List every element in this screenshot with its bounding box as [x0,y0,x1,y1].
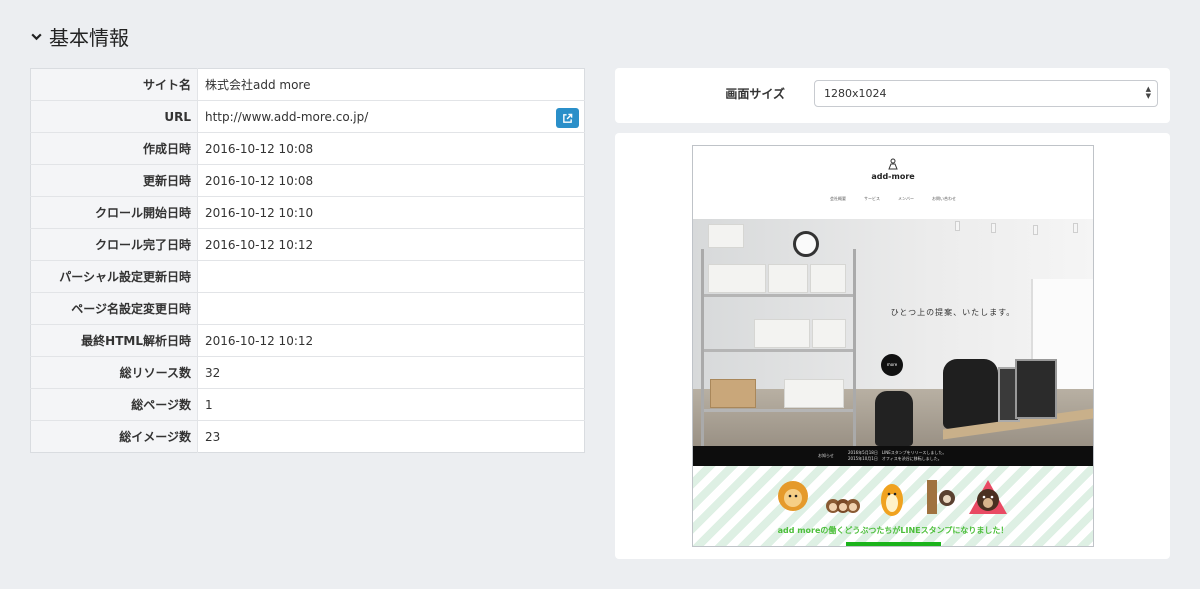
info-row-value: 2016-10-12 10:12 [205,237,314,252]
select-arrows-icon: ▲ ▼ [1145,85,1151,100]
info-row-value-cell: 2016-10-12 10:08 [198,133,585,165]
info-row-value: http://www.add-more.co.jp/ [205,109,369,124]
bird-stamp-icon [881,484,903,516]
preview-banner-text: add moreの働くどうぶつたちがLINEスタンプになりました！ [777,526,1009,535]
info-row-label: 更新日時 [30,164,198,197]
preview-banner-indicator [846,542,941,546]
info-row-value: 1 [205,397,213,412]
office-chair [943,359,998,429]
preview-nav-item: メンバー [898,196,914,201]
info-row: ページ名設定変更日時 [30,292,585,325]
info-row: 最終HTML解析日時 2016-10-12 10:12 [30,324,585,357]
info-row: クロール完了日時 2016-10-12 10:12 [30,228,585,261]
monitor [1015,359,1057,419]
info-row-label: パーシャル設定更新日時 [30,260,198,293]
info-row: 作成日時 2016-10-12 10:08 [30,132,585,165]
preview-logo-text: add-more [871,172,915,181]
preview-more-button: more [881,354,903,376]
info-row-value: 2016-10-12 10:08 [205,141,314,156]
preview-tagline: ひとつ上の提案、いたします。 [890,308,1016,317]
info-row-label: クロール開始日時 [30,196,198,229]
external-link-icon [563,113,573,123]
chevron-down-icon [31,33,42,41]
info-row: 総ページ数 1 [30,388,585,421]
preview-line-stamp-banner: add moreの働くどうぶつたちがLINEスタンプになりました！ [693,466,1093,546]
info-row: サイト名 株式会社add more [30,68,585,101]
info-row-label: サイト名 [30,68,198,101]
raccoon-stamp-icon [927,480,955,514]
preview-nav: 会社概要 サービス メンバー お問い合わせ [693,196,1093,202]
info-row-value-cell: 2016-10-12 10:12 [198,229,585,261]
info-row-value-cell: 2016-10-12 10:08 [198,165,585,197]
info-row-label: クロール完了日時 [30,228,198,261]
info-row-label: 総イメージ数 [30,420,198,453]
info-row-value-cell: 23 [198,421,585,453]
screen-size-panel: 画面サイズ 1280x1024 ▲ ▼ [615,68,1170,123]
info-row-value-cell: 株式会社add more [198,69,585,101]
info-row-value-cell: 32 [198,357,585,389]
info-row-label: URL [30,100,198,133]
office-chair [875,391,913,446]
section-header[interactable]: 基本情報 [30,22,129,51]
info-row-value: 23 [205,429,221,444]
info-row-label: 作成日時 [30,132,198,165]
preview-nav-item: 会社概要 [830,196,846,201]
info-row-label: 総リソース数 [30,356,198,389]
ceiling-lamp [955,221,960,231]
info-row: 総リソース数 32 [30,356,585,389]
info-row-label: 総ページ数 [30,388,198,421]
info-row: 更新日時 2016-10-12 10:08 [30,164,585,197]
bear-stamp-icon [969,480,1007,514]
info-row-value-cell: 1 [198,389,585,421]
info-row-value-cell: 2016-10-12 10:10 [198,197,585,229]
screen-size-value: 1280x1024 [824,87,887,100]
info-row: URL http://www.add-more.co.jp/ [30,100,585,133]
info-row: パーシャル設定更新日時 [30,260,585,293]
ceiling-lamp [991,223,996,233]
preview-hero-image: ひとつ上の提案、いたします。 more [693,219,1093,466]
monkey-stamp-icon [826,499,860,513]
preview-nav-item: サービス [864,196,880,201]
info-row-label: 最終HTML解析日時 [30,324,198,357]
section-title: 基本情報 [49,26,129,50]
info-row-value: 株式会社add more [205,78,311,92]
page-screenshot[interactable]: add-more 会社概要 サービス メンバー お問い合わせ ひとつ上の提案、い… [692,145,1094,547]
info-row-value-cell: http://www.add-more.co.jp/ [198,101,585,133]
site-info-table: サイト名 株式会社add more URL http://www.add-more.c… [30,68,585,453]
storage-shelf [701,224,856,454]
ceiling-lamp [1033,225,1038,235]
info-row: クロール開始日時 2016-10-12 10:10 [30,196,585,229]
ceiling-lamp [1073,223,1078,233]
screen-size-label: 画面サイズ [725,87,785,101]
preview-news-label: お知らせ [818,453,834,458]
info-row-value-cell [198,261,585,293]
logo-icon [888,158,898,170]
info-row-value: 32 [205,365,221,380]
preview-site-header: add-more 会社概要 サービス メンバー お問い合わせ [693,146,1093,219]
preview-nav-item: お問い合わせ [932,196,956,201]
open-url-button[interactable] [556,108,579,128]
info-row-value: 2016-10-12 10:12 [205,333,314,348]
info-row-value: 2016-10-12 10:10 [205,205,314,220]
screen-size-select[interactable]: 1280x1024 ▲ ▼ [814,80,1158,107]
lion-stamp-icon [778,481,808,511]
info-row: 総イメージ数 23 [30,420,585,453]
preview-panel: add-more 会社概要 サービス メンバー お問い合わせ ひとつ上の提案、い… [615,133,1170,559]
preview-news-line: 2015年10月1日 オフィスを渋谷に移転しました。 [848,456,942,461]
info-row-label: ページ名設定変更日時 [30,292,198,325]
info-row-value-cell: 2016-10-12 10:12 [198,325,585,357]
info-row-value-cell [198,293,585,325]
preview-news-bar: お知らせ 2016年5月18日 LINEスタンプをリリースしました。 2015年… [693,446,1093,466]
info-row-value: 2016-10-12 10:08 [205,173,314,188]
